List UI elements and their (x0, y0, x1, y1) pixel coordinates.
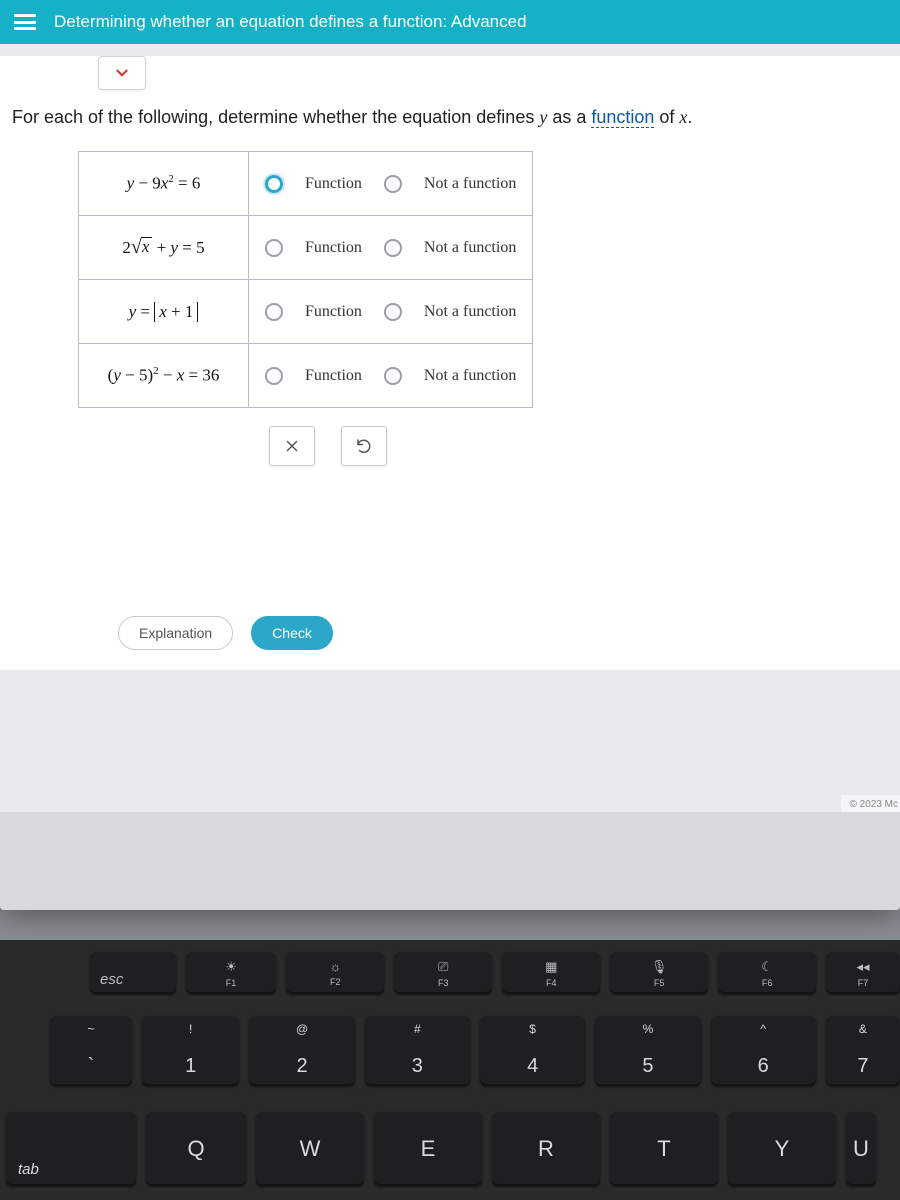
key-1: !1 (142, 1016, 240, 1086)
check-button[interactable]: Check (251, 616, 333, 650)
key-6: ^6 (711, 1016, 816, 1086)
key-f5: 🎙F5 (610, 952, 708, 994)
question-prompt: For each of the following, determine whe… (8, 104, 892, 151)
radio-function[interactable] (265, 175, 283, 193)
table-row: y = x + 1 Function Not a function (79, 280, 533, 344)
laptop-keyboard: esc☀F1☼F2⎚F3▦F4🎙F5☾F6◂◂F7 ~`!1@2#3$4%5^6… (0, 940, 900, 1200)
key-f2: ☼F2 (286, 952, 384, 994)
app-screen: Determining whether an equation defines … (0, 0, 900, 910)
undo-icon (355, 437, 373, 455)
close-icon (283, 437, 301, 455)
key-3: #3 (365, 1016, 470, 1086)
options-cell: Function Not a function (249, 280, 533, 344)
key-f1: ☀F1 (186, 952, 277, 994)
options-cell: Function Not a function (249, 344, 533, 408)
menu-icon[interactable] (14, 14, 36, 30)
footer-buttons: Explanation Check (118, 616, 892, 650)
definition-link-function[interactable]: function (591, 107, 654, 128)
radio-function[interactable] (265, 367, 283, 385)
content-area: For each of the following, determine whe… (0, 56, 900, 670)
chevron-down-icon (113, 64, 131, 82)
table-row: y − 9x2 = 6 Function Not a function (79, 152, 533, 216)
equation-cell: (y − 5)2 − x = 36 (79, 344, 249, 408)
options-cell: Function Not a function (249, 152, 533, 216)
equation-cell: 2√x + y = 5 (79, 216, 249, 280)
radio-not-function[interactable] (384, 239, 402, 257)
key-7: &7 (826, 1016, 900, 1086)
key-t: T (610, 1112, 718, 1186)
key-2: @2 (249, 1016, 354, 1086)
app-header: Determining whether an equation defines … (0, 0, 900, 44)
key-u: U (846, 1112, 876, 1186)
radio-function[interactable] (265, 239, 283, 257)
options-cell: Function Not a function (249, 216, 533, 280)
page-title: Determining whether an equation defines … (54, 12, 527, 32)
key-f6: ☾F6 (718, 952, 816, 994)
key-e: E (374, 1112, 482, 1186)
undo-button[interactable] (341, 426, 387, 466)
radio-not-function[interactable] (384, 367, 402, 385)
radio-not-function[interactable] (384, 175, 402, 193)
explanation-button[interactable]: Explanation (118, 616, 233, 650)
key-r: R (492, 1112, 600, 1186)
question-dropdown-toggle[interactable] (98, 56, 146, 90)
key-y: Y (728, 1112, 836, 1186)
table-row: 2√x + y = 5 Function Not a function (79, 216, 533, 280)
key-w: W (256, 1112, 364, 1186)
equation-cell: y = x + 1 (79, 280, 249, 344)
key-f3: ⎚F3 (394, 952, 492, 994)
answer-tools (78, 426, 578, 466)
radio-not-function[interactable] (384, 303, 402, 321)
key-f7: ◂◂F7 (826, 952, 900, 994)
key-tab: tab (6, 1112, 136, 1186)
key-5: %5 (595, 1016, 700, 1086)
key-q: Q (146, 1112, 246, 1186)
clear-button[interactable] (269, 426, 315, 466)
key-f4: ▦F4 (502, 952, 600, 994)
key-4: $4 (480, 1016, 585, 1086)
radio-function[interactable] (265, 303, 283, 321)
key-`: ~` (50, 1016, 132, 1086)
equation-cell: y − 9x2 = 6 (79, 152, 249, 216)
table-row: (y − 5)2 − x = 36 Function Not a functio… (79, 344, 533, 408)
key-esc: esc (90, 952, 176, 994)
equation-table: y − 9x2 = 6 Function Not a function 2√x … (78, 151, 533, 408)
screen-bezel (0, 812, 900, 910)
